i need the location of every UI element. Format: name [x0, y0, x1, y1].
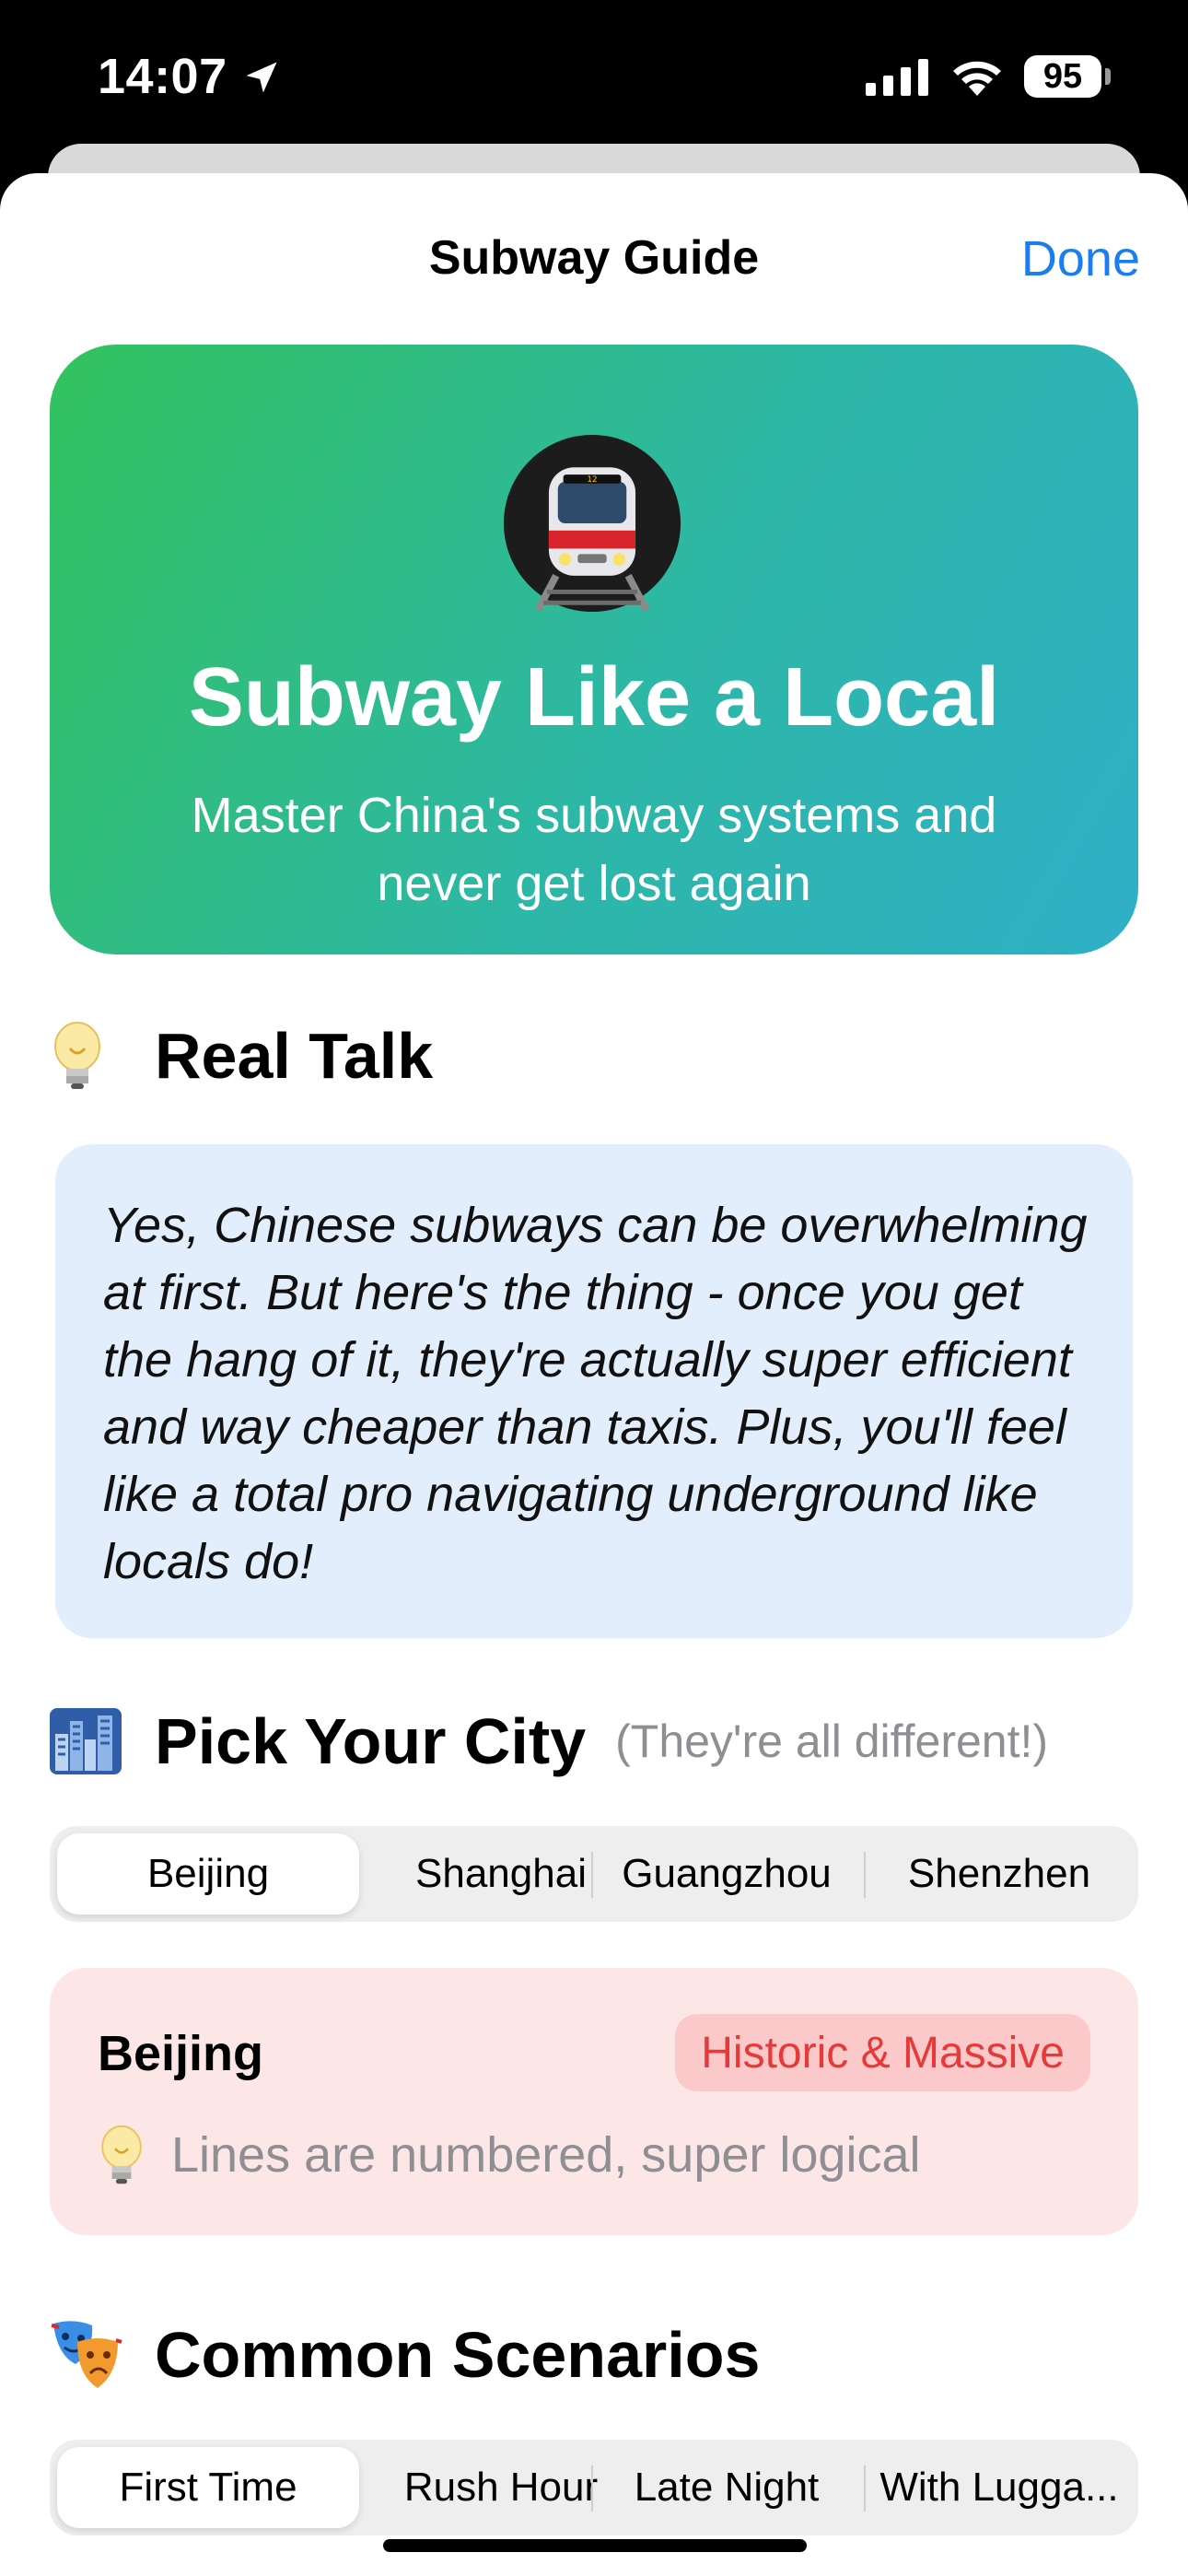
city-segmented-control: Beijing Shanghai Guangzhou Shenzhen — [50, 1826, 1138, 1922]
real-talk-body: Yes, Chinese subways can be overwhelming… — [103, 1198, 1088, 1589]
city-badge: Historic & Massive — [675, 2014, 1090, 2091]
scenario-tab-with-luggage[interactable]: With Lugga... — [866, 2447, 1133, 2528]
city-tip: Lines are numbered, super logical — [98, 2125, 920, 2185]
battery-tip — [1105, 68, 1111, 85]
theater-masks-icon — [50, 2318, 138, 2392]
scenarios-heading: Common Scenarios — [50, 2318, 760, 2392]
status-bar: 14:07 95 — [0, 0, 1188, 147]
location-arrow-icon — [246, 62, 277, 93]
scenario-tab-late-night[interactable]: Late Night — [593, 2447, 860, 2528]
metro-train-icon: 12 — [503, 434, 681, 613]
lightbulb-icon — [50, 1019, 138, 1093]
battery-level: 95 — [1042, 56, 1083, 96]
status-time: 14:07 — [98, 49, 227, 104]
city-tip-text: Lines are numbered, super logical — [171, 2127, 921, 2183]
city-tab-shenzhen[interactable]: Shenzhen — [866, 1833, 1133, 1914]
real-talk-heading: Real Talk — [50, 1019, 433, 1093]
real-talk-title: Real Talk — [155, 1020, 434, 1092]
hero-subtitle: Master China's subway systems and never … — [191, 788, 997, 911]
hero-banner: 12 Subway Like a Local Master China's su… — [50, 345, 1138, 954]
home-indicator[interactable] — [383, 2539, 807, 2552]
pick-city-heading: Pick Your City (They're all different!) — [50, 1704, 1048, 1778]
scenario-segmented-control: First Time Rush Hour Late Night With Lug… — [50, 2440, 1138, 2535]
pick-city-hint: (They're all different!) — [615, 1715, 1049, 1767]
city-tab-beijing[interactable]: Beijing — [57, 1833, 359, 1914]
wifi-icon — [953, 61, 1001, 96]
pick-city-title: Pick Your City — [155, 1705, 587, 1777]
cellular-signal-icon — [866, 59, 928, 96]
scenarios-title: Common Scenarios — [155, 2319, 761, 2391]
battery-indicator: 95 — [1024, 55, 1101, 98]
svg-text:12: 12 — [587, 475, 597, 485]
cityscape-icon — [50, 1704, 138, 1778]
hero-title: Subway Like a Local — [188, 651, 1000, 744]
scenario-tab-first-time[interactable]: First Time — [57, 2447, 359, 2528]
done-button[interactable]: Done — [1021, 230, 1140, 287]
page-title: Subway Guide — [428, 231, 760, 285]
lightbulb-icon — [101, 2125, 142, 2184]
city-tab-guangzhou[interactable]: Guangzhou — [593, 1833, 860, 1914]
real-talk-card: Yes, Chinese subways can be overwhelming… — [55, 1144, 1133, 1638]
city-info-card: Beijing Historic & Massive Lines are num… — [50, 1968, 1138, 2235]
city-name: Beijing — [98, 2026, 264, 2081]
